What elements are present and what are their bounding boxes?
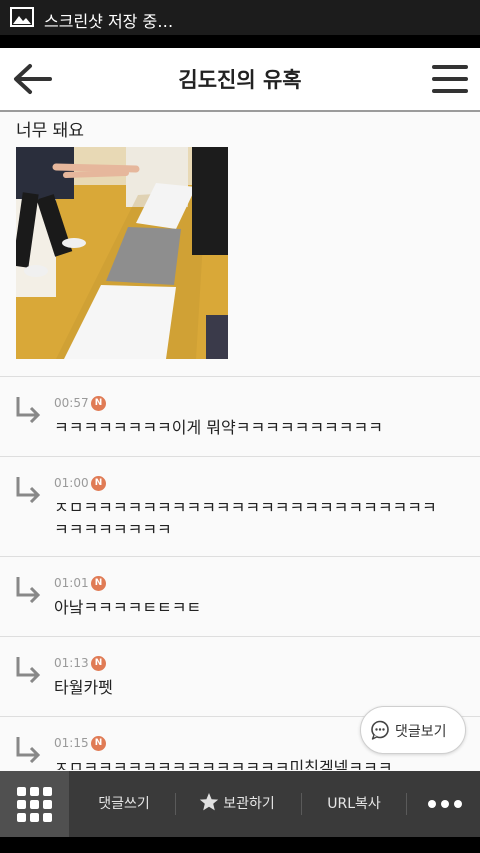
status-notification-text: 스크린샷 저장 중… [44, 12, 174, 31]
reply-arrow-icon [16, 477, 41, 503]
hamburger-menu-icon[interactable] [432, 64, 468, 94]
comment-item[interactable]: 01:01 N 아낰ㅋㅋㅋㅋㅌㅌㅋㅌ [0, 557, 480, 637]
comment-item[interactable]: 00:57 N ㅋㅋㅋㅋㅋㅋㅋㅋ이게 뭐약ㅋㅋㅋㅋㅋㅋㅋㅋㅋㅋ [0, 377, 480, 457]
photo-towels-on-floor [16, 147, 228, 359]
comment-time: 00:57 [54, 396, 89, 410]
more-button[interactable] [408, 771, 480, 837]
comment-text: 타월카펫 [54, 678, 113, 697]
page-title: 김도진의 유혹 [178, 68, 302, 92]
comment-text: ㅈㅁㅋㅋㅋㅋㅋㅋㅋㅋㅋㅋㅋㅋㅋㅋ미친겤넼ㅋㅋㅋ [54, 758, 393, 770]
write-comment-button[interactable]: 댓글쓰기 [74, 771, 174, 837]
bottom-toolbar: 댓글쓰기 보관하기 URL복사 [0, 771, 480, 837]
bottom-edge [0, 837, 480, 853]
new-badge: N [91, 736, 106, 751]
status-gap [0, 35, 480, 48]
new-badge: N [91, 576, 106, 591]
image-icon [10, 7, 34, 27]
grid-menu-icon [17, 787, 52, 822]
comment-time: 01:00 [54, 476, 89, 490]
new-badge: N [91, 656, 106, 671]
bookmark-label: 보관하기 [223, 796, 275, 812]
app-bar: 김도진의 유혹 [0, 48, 480, 112]
reply-arrow-icon [16, 577, 41, 603]
toolbar-divider [301, 793, 302, 815]
comment-time: 01:13 [54, 656, 89, 670]
more-dots-icon [428, 800, 462, 808]
content-area[interactable]: 너무 돼요 00:57 N ㅋㅋㅋㅋㅋㅋㅋㅋ이게 뭐약ㅋㅋㅋㅋㅋㅋㅋㅋㅋㅋ 01… [0, 112, 480, 770]
view-comments-label: 댓글보기 [395, 724, 447, 740]
grid-menu-button[interactable] [0, 771, 69, 837]
bookmark-button[interactable]: 보관하기 [178, 771, 296, 837]
status-bar: 스크린샷 저장 중… [0, 0, 480, 35]
reply-arrow-icon [16, 657, 41, 683]
comment-item[interactable]: 01:13 N 타월카펫 [0, 637, 480, 717]
comment-time: 01:01 [54, 576, 89, 590]
speech-bubble-icon [371, 720, 389, 740]
reply-arrow-icon [16, 737, 41, 763]
reply-arrow-icon [16, 397, 41, 423]
post-image[interactable] [16, 147, 228, 359]
comment-text: ㅈㅁㅋㅋㅋㅋㅋㅋㅋㅋㅋㅋㅋㅋㅋㅋㅋㅋㅋㅋㅋㅋㅋㅋㅋㅋㅋㅋㅋㅋㅋㅋㅋㅋ [54, 498, 437, 539]
comment-item[interactable]: 01:00 N ㅈㅁㅋㅋㅋㅋㅋㅋㅋㅋㅋㅋㅋㅋㅋㅋㅋㅋㅋㅋㅋㅋㅋㅋㅋㅋㅋㅋㅋㅋㅋㅋ… [0, 457, 480, 557]
new-badge: N [91, 396, 106, 411]
comment-text: 아낰ㅋㅋㅋㅋㅌㅌㅋㅌ [54, 598, 202, 617]
post-text: 너무 돼요 [16, 121, 84, 141]
toolbar-divider [175, 793, 176, 815]
toolbar-divider [406, 793, 407, 815]
copy-url-button[interactable]: URL복사 [304, 771, 404, 837]
comment-time: 01:15 [54, 736, 89, 750]
view-comments-button[interactable]: 댓글보기 [360, 706, 466, 754]
comment-text: ㅋㅋㅋㅋㅋㅋㅋㅋ이게 뭐약ㅋㅋㅋㅋㅋㅋㅋㅋㅋㅋ [54, 418, 383, 437]
star-icon [200, 793, 219, 811]
new-badge: N [91, 476, 106, 491]
